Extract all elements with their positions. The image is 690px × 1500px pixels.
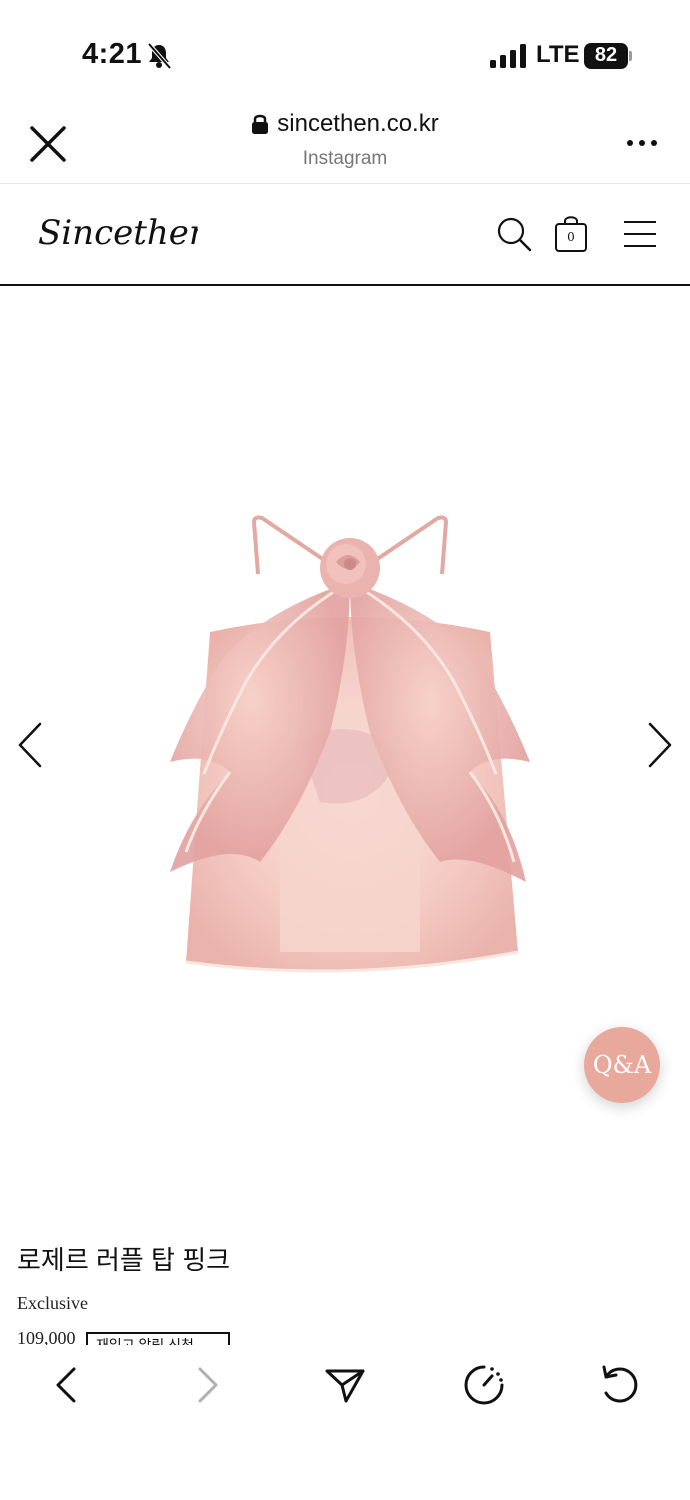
chevron-left-icon[interactable] <box>16 720 46 770</box>
forward-icon[interactable] <box>192 1365 222 1405</box>
chevron-right-icon[interactable] <box>644 720 674 770</box>
address-bar[interactable]: sincethen.co.kr Instagram <box>0 110 690 170</box>
product-price: 109,000 <box>17 1332 76 1345</box>
battery-level: 82 <box>594 44 618 66</box>
bell-muted-icon <box>147 42 172 70</box>
signal-icon <box>490 44 526 68</box>
product-name: 로제르 러플 탑 핑크 <box>17 1245 231 1275</box>
cart-count: 0 <box>567 230 575 244</box>
price-row: 109,000 재입고 알림 신청 <box>17 1332 317 1345</box>
product-badge: Exclusive <box>17 1293 88 1313</box>
battery-icon: 82 <box>584 43 632 69</box>
product-image <box>170 515 530 973</box>
more-icon[interactable] <box>626 138 658 148</box>
status-time: 4:21 <box>82 38 143 70</box>
qa-button[interactable]: Q&A <box>584 1027 660 1103</box>
lock-icon <box>252 114 269 134</box>
site-logo[interactable]: Sincethen <box>36 204 198 264</box>
browser-header: sincethen.co.kr Instagram <box>0 100 690 184</box>
restock-alert-button[interactable]: 재입고 알림 신청 <box>86 1332 230 1345</box>
back-icon[interactable] <box>52 1365 82 1405</box>
network-label: LTE <box>536 41 580 68</box>
site-header: Sincethen 0 <box>0 184 690 286</box>
status-bar: 4:21 LTE 82 <box>0 0 690 100</box>
search-icon[interactable] <box>496 216 532 252</box>
cart-icon[interactable]: 0 <box>554 215 590 253</box>
url-text: sincethen.co.kr <box>277 110 439 137</box>
speed-icon[interactable] <box>462 1363 506 1407</box>
menu-icon[interactable] <box>623 220 657 248</box>
browser-bottom-nav <box>0 1345 690 1500</box>
url-source: Instagram <box>302 148 388 169</box>
reload-icon[interactable] <box>598 1363 642 1407</box>
restock-label: 재입고 알림 신청 <box>96 1337 194 1345</box>
share-icon[interactable] <box>324 1365 366 1405</box>
site-logo-text: Sincethen <box>38 213 198 253</box>
